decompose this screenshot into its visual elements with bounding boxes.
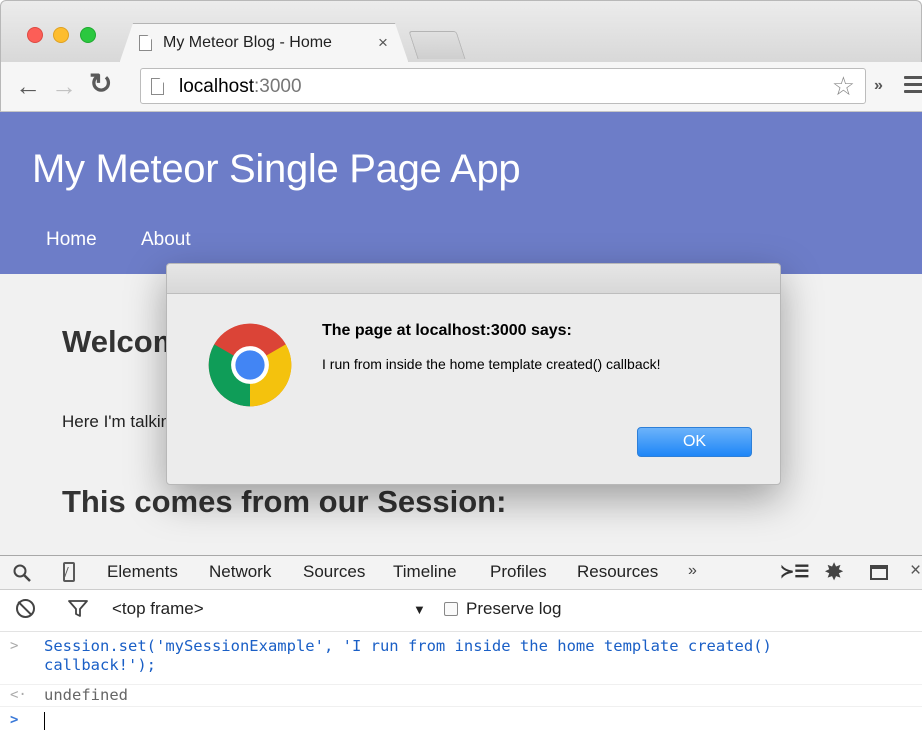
frame-dropdown-arrow-icon[interactable]: ▼: [413, 602, 426, 617]
devtools-tab-resources[interactable]: Resources: [577, 562, 658, 582]
console-prompt-entry[interactable]: >: [0, 707, 922, 736]
browser-tab[interactable]: My Meteor Blog - Home ×: [119, 23, 409, 64]
device-mode-icon[interactable]: [63, 562, 75, 582]
devtools-panel: Elements Network Sources Timeline Profil…: [0, 555, 922, 736]
console-result: undefined: [44, 686, 128, 704]
alert-dialog: The page at localhost:3000 says: I run f…: [166, 263, 781, 485]
console-drawer-icon[interactable]: ≻☰: [780, 562, 809, 582]
inspect-search-icon[interactable]: [13, 564, 31, 582]
filter-funnel-icon[interactable]: [68, 600, 88, 618]
devtools-tab-elements[interactable]: Elements: [107, 562, 178, 582]
page-icon: [151, 78, 164, 95]
console-result-prompt: <·: [10, 687, 27, 703]
console-input-line: Session.set('mySessionExample', 'I run f…: [44, 637, 772, 655]
app-title: My Meteor Single Page App: [32, 147, 521, 191]
dialog-title: The page at localhost:3000 says:: [322, 322, 572, 339]
browser-toolbar: ← → ↻ localhost:3000 ☆ »: [0, 62, 922, 112]
dialog-titlebar: [167, 264, 780, 294]
back-arrow-icon[interactable]: ←: [15, 73, 41, 99]
address-bar[interactable]: localhost:3000 ☆: [140, 68, 866, 104]
nav-link-home[interactable]: Home: [46, 229, 97, 251]
page-icon: [139, 35, 152, 51]
tab-close-icon[interactable]: ×: [378, 33, 388, 53]
browser-titlebar: My Meteor Blog - Home ×: [0, 0, 922, 62]
preserve-log-label: Preserve log: [466, 599, 562, 618]
forward-arrow-icon[interactable]: →: [51, 73, 77, 99]
chrome-logo-icon: [208, 323, 292, 407]
window-close-button[interactable]: [27, 27, 43, 43]
extensions-overflow-icon[interactable]: »: [874, 77, 883, 95]
console-active-prompt: >: [10, 712, 19, 728]
ok-button[interactable]: OK: [637, 427, 752, 457]
window-maximize-button[interactable]: [80, 27, 96, 43]
devtools-tab-timeline[interactable]: Timeline: [393, 562, 457, 582]
preserve-log-checkbox[interactable]: [444, 602, 458, 616]
console-output[interactable]: > Session.set('mySessionExample', 'I run…: [0, 632, 922, 736]
console-input-entry: > Session.set('mySessionExample', 'I run…: [0, 632, 922, 685]
dock-side-icon[interactable]: [870, 565, 888, 580]
console-filterbar: <top frame> ▼ Preserve log: [0, 590, 922, 632]
devtools-tab-sources[interactable]: Sources: [303, 562, 365, 582]
hamburger-menu-icon[interactable]: [904, 76, 922, 94]
session-heading: This comes from our Session:: [62, 484, 507, 519]
devtools-close-icon[interactable]: ×: [910, 560, 921, 582]
settings-gear-icon[interactable]: ✸: [824, 558, 844, 587]
devtools-toolbar: Elements Network Sources Timeline Profil…: [0, 556, 922, 590]
window-minimize-button[interactable]: [53, 27, 69, 43]
dialog-message: I run from inside the home template crea…: [322, 356, 661, 372]
text-cursor: [44, 712, 45, 730]
reload-icon[interactable]: ↻: [89, 70, 112, 98]
new-tab-button[interactable]: [408, 31, 466, 59]
devtools-tab-network[interactable]: Network: [209, 562, 271, 582]
frame-selector[interactable]: <top frame>: [112, 599, 204, 619]
app-header: My Meteor Single Page App Home About: [0, 112, 922, 274]
console-result-entry: <· undefined: [0, 685, 922, 707]
devtools-tab-profiles[interactable]: Profiles: [490, 562, 547, 582]
clear-console-icon[interactable]: [16, 599, 35, 618]
url-text[interactable]: localhost:3000: [179, 76, 302, 98]
console-input-line: callback!');: [44, 656, 156, 674]
bookmark-star-icon[interactable]: ☆: [832, 71, 855, 102]
devtools-more-tabs-icon[interactable]: »: [688, 562, 697, 580]
tab-title: My Meteor Blog - Home: [163, 34, 332, 51]
nav-link-about[interactable]: About: [141, 229, 191, 251]
console-input-prompt: >: [10, 638, 19, 654]
